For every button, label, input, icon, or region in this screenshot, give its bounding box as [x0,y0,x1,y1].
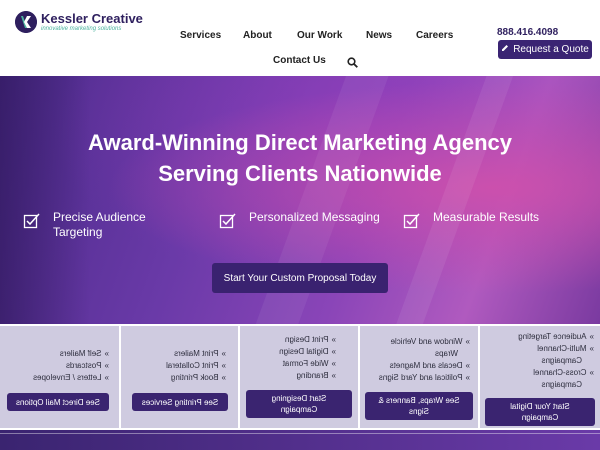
list-item[interactable]: »Wide Format [279,358,336,370]
nav-services[interactable]: Services [180,30,221,41]
site-header: Kessler Creative innovative marketing so… [0,0,600,76]
service-panel-digital: »Audience Targeting »Multi-Channel Campa… [480,326,600,428]
see-direct-mail-button[interactable]: See Direct Mail Options [7,393,109,411]
list-item[interactable]: »Multi-Channel [518,343,594,355]
nav-contact-us[interactable]: Contact Us [273,55,326,66]
chevron-double-icon: » [104,349,109,358]
chevron-double-icon: » [589,344,594,353]
checklist-icon [403,212,421,230]
list-item[interactable]: »Branding [279,370,336,382]
edit-icon [501,44,509,55]
service-list: »Window and Vehicle Wraps »Decals and Ma… [379,336,470,384]
hero-title-line-2: Serving Clients Nationwide [158,161,442,186]
phone-number[interactable]: 888.416.4098 [497,27,558,38]
list-item[interactable]: »Print Collateral [166,360,226,372]
chevron-double-icon: » [331,371,336,380]
search-icon[interactable] [347,55,358,68]
list-item[interactable]: »Digital Design [279,346,336,358]
list-item[interactable]: »Political and Yard Signs [379,372,470,384]
nav-news[interactable]: News [366,30,392,41]
service-list: »Audience Targeting »Multi-Channel Campa… [518,331,594,391]
chevron-double-icon: » [104,373,109,382]
list-item[interactable]: »Postcards [33,360,109,372]
feature-item: Measurable Results [403,210,583,242]
chevron-double-icon: » [221,361,226,370]
brand-name: Kessler Creative [41,11,143,26]
list-item-continued: Campaigns [541,380,582,389]
service-list: »Self Mailers »Postcards »Letters / Enve… [33,348,109,384]
chevron-double-icon: » [331,335,336,344]
request-quote-button[interactable]: Request a Quote [498,40,592,59]
start-digital-campaign-button[interactable]: Start Your Digital Campaign [485,398,595,426]
logo[interactable]: Kessler Creative innovative marketing so… [15,11,155,37]
feature-label: Precise Audience Targeting [53,210,146,239]
hero-title: Award-Winning Direct Marketing Agency Se… [0,127,600,189]
list-item[interactable]: »Book Printing [166,372,226,384]
feature-item: Precise Audience Targeting [23,210,183,242]
nav-our-work[interactable]: Our Work [297,30,342,41]
list-item[interactable]: »Audience Targeting [518,331,594,343]
chevron-double-icon: » [104,361,109,370]
hero-section: Award-Winning Direct Marketing Agency Se… [0,76,600,324]
list-item[interactable]: »Decals and Magnets [379,360,470,372]
service-panel-design: »Print Design »Digital Design »Wide Form… [240,326,358,428]
list-item[interactable]: »Self Mailers [33,348,109,360]
services-strip: »Self Mailers »Postcards »Letters / Enve… [0,324,600,430]
chevron-double-icon: » [331,359,336,368]
chevron-double-icon: » [589,332,594,341]
list-item-continued: Campaigns [541,356,582,365]
start-designing-button[interactable]: Start Designing Campaign [246,390,352,418]
service-panel-direct-mail: »Self Mailers »Postcards »Letters / Enve… [0,326,119,428]
nav-careers[interactable]: Careers [416,30,453,41]
list-item[interactable]: »Print Design [279,334,336,346]
hero-title-line-1: Award-Winning Direct Marketing Agency [88,130,512,155]
nav-about[interactable]: About [243,30,272,41]
service-list: »Print Design »Digital Design »Wide Form… [279,334,336,382]
feature-label: Personalized Messaging [249,210,380,224]
list-item-continued: Wraps [435,349,458,358]
checklist-icon [23,212,41,230]
chevron-double-icon: » [331,347,336,356]
chevron-double-icon: » [465,361,470,370]
request-quote-label: Request a Quote [513,44,589,55]
list-item[interactable]: »Cross-Channel [518,367,594,379]
see-wraps-button[interactable]: See Wraps, Banners & Signs [365,392,473,420]
service-list: »Print Mailers »Print Collateral »Book P… [166,348,226,384]
see-printing-button[interactable]: See Printing Services [132,393,228,411]
chevron-double-icon: » [589,368,594,377]
chevron-double-icon: » [465,373,470,382]
list-item[interactable]: »Window and Vehicle [379,336,471,348]
checklist-icon [219,212,237,230]
list-item[interactable]: »Print Mailers [166,348,226,360]
feature-item: Personalized Messaging [219,210,399,242]
list-item[interactable]: »Letters / Envelopes [33,372,109,384]
divider [0,433,600,434]
service-panel-wraps: »Window and Vehicle Wraps »Decals and Ma… [360,326,478,428]
logo-mark-icon [15,11,37,33]
brand-tagline: innovative marketing solutions [41,26,122,32]
chevron-double-icon: » [221,349,226,358]
bottom-band [0,430,600,450]
service-panel-printing: »Print Mailers »Print Collateral »Book P… [121,326,238,428]
chevron-double-icon: » [221,373,226,382]
hero-shade [0,76,90,324]
hero-decor [382,76,523,324]
feature-label: Measurable Results [433,210,540,224]
start-proposal-button[interactable]: Start Your Custom Proposal Today [212,263,388,293]
chevron-double-icon: » [465,337,470,346]
